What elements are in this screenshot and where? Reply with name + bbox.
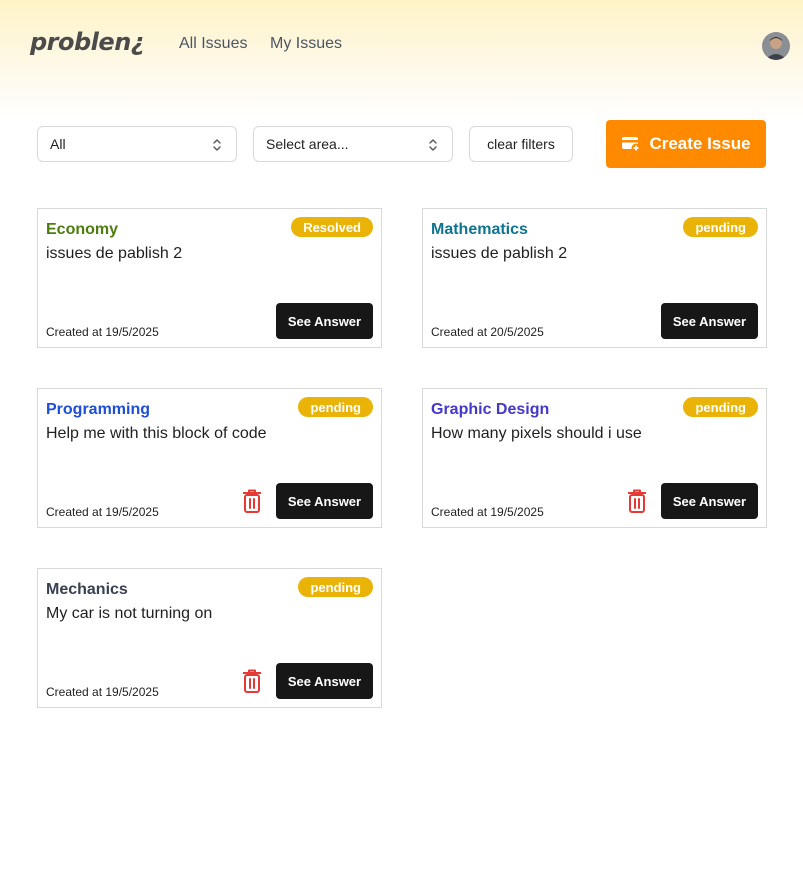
issue-title: How many pixels should i use bbox=[431, 425, 642, 442]
see-answer-button[interactable]: See Answer bbox=[276, 483, 373, 519]
issue-created-date: Created at 19/5/2025 bbox=[46, 325, 159, 339]
chevron-up-down-icon bbox=[213, 139, 221, 151]
issue-card: Mathematics issues de pablish 2 pending … bbox=[422, 208, 767, 348]
type-filter-value: All bbox=[50, 136, 66, 152]
issue-created-date: Created at 19/5/2025 bbox=[46, 685, 159, 699]
trash-icon[interactable] bbox=[241, 488, 263, 514]
issue-area: Graphic Design bbox=[431, 401, 550, 418]
issue-created-date: Created at 20/5/2025 bbox=[431, 325, 544, 339]
status-badge: Resolved bbox=[291, 217, 373, 237]
see-answer-button[interactable]: See Answer bbox=[661, 483, 758, 519]
area-filter-select[interactable]: Select area... bbox=[253, 126, 453, 162]
issue-area: Mathematics bbox=[431, 221, 528, 238]
issue-card: Economy issues de pablish 2 Resolved Cre… bbox=[37, 208, 382, 348]
issue-card: Graphic Design How many pixels should i … bbox=[422, 388, 767, 528]
issue-area: Mechanics bbox=[46, 581, 128, 598]
type-filter-select[interactable]: All bbox=[37, 126, 237, 162]
issue-title: issues de pablish 2 bbox=[431, 245, 568, 262]
see-answer-button[interactable]: See Answer bbox=[276, 663, 373, 699]
create-issue-button[interactable]: Create Issue bbox=[606, 120, 766, 168]
app-logo[interactable]: problen¿ bbox=[30, 28, 145, 56]
see-answer-button[interactable]: See Answer bbox=[661, 303, 758, 339]
issue-title: Help me with this block of code bbox=[46, 425, 267, 442]
issue-created-date: Created at 19/5/2025 bbox=[46, 505, 159, 519]
issue-card: Programming Help me with this block of c… bbox=[37, 388, 382, 528]
area-filter-placeholder: Select area... bbox=[266, 136, 349, 152]
issue-area: Economy bbox=[46, 221, 119, 238]
see-answer-button[interactable]: See Answer bbox=[276, 303, 373, 339]
trash-icon[interactable] bbox=[241, 668, 263, 694]
issue-title: My car is not turning on bbox=[46, 605, 213, 622]
user-avatar[interactable] bbox=[762, 32, 790, 60]
issue-created-date: Created at 19/5/2025 bbox=[431, 505, 544, 519]
issue-title: issues de pablish 2 bbox=[46, 245, 183, 262]
create-issue-label: Create Issue bbox=[649, 134, 751, 153]
top-header: problen¿ All Issues My Issues bbox=[0, 0, 803, 120]
clear-filters-button[interactable]: clear filters bbox=[469, 126, 573, 162]
status-badge: pending bbox=[298, 577, 373, 597]
nav-all-issues[interactable]: All Issues bbox=[179, 35, 247, 53]
status-badge: pending bbox=[683, 397, 758, 417]
avatar-icon bbox=[762, 32, 790, 60]
issue-card: Mechanics My car is not turning on pendi… bbox=[37, 568, 382, 708]
trash-icon[interactable] bbox=[626, 488, 648, 514]
status-badge: pending bbox=[298, 397, 373, 417]
issue-area: Programming bbox=[46, 401, 151, 418]
create-issue-icon bbox=[622, 137, 641, 153]
nav-my-issues[interactable]: My Issues bbox=[270, 35, 342, 53]
chevron-up-down-icon bbox=[429, 139, 437, 151]
status-badge: pending bbox=[683, 217, 758, 237]
